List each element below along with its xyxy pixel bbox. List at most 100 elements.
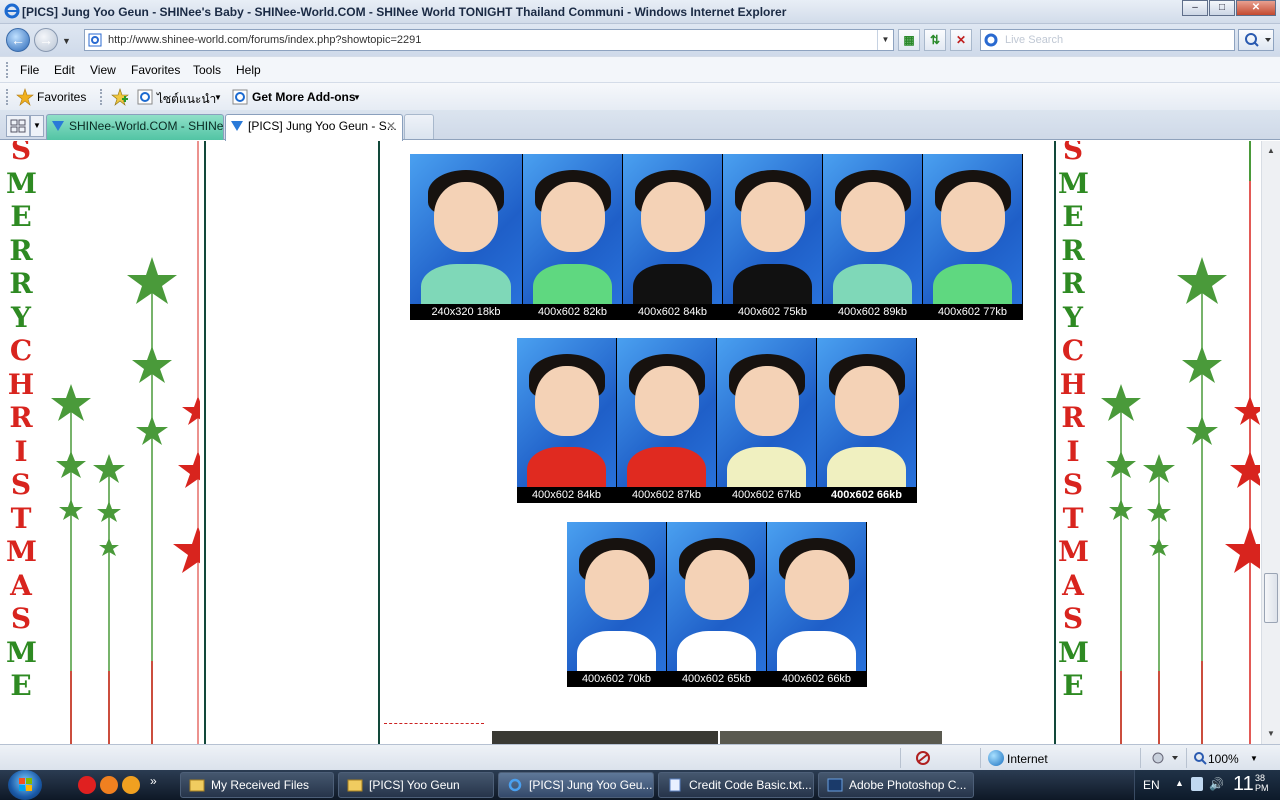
favorites-grip[interactable] — [6, 89, 9, 105]
network-icon[interactable] — [1191, 777, 1203, 791]
baby-photo-thumbnail[interactable]: 240x320 18kb — [410, 154, 523, 320]
baby-photo-thumbnail[interactable]: 400x602 82kb — [523, 154, 623, 320]
ie-logo-icon — [4, 3, 20, 19]
christmas-letter: S — [1062, 141, 1084, 166]
baby-photo-thumbnail[interactable]: 400x602 89kb — [823, 154, 923, 320]
christmas-letter: S — [1062, 602, 1084, 635]
start-button[interactable] — [8, 770, 42, 800]
compatibility-view-icon[interactable]: ▦ — [898, 29, 920, 51]
tab-list-dropdown[interactable]: ▼ — [30, 115, 44, 137]
post-image[interactable] — [492, 731, 718, 744]
taskbar-item-photoshop[interactable]: Adobe Photoshop C... — [818, 772, 974, 798]
baby-photo-thumbnail[interactable]: 400x602 77kb — [923, 154, 1023, 320]
addons-dropdown-icon[interactable]: ▼ — [353, 93, 361, 102]
thumbnail-caption: 400x602 67kb — [717, 487, 816, 503]
system-tray: EN ▲ 🔊 11 38 PM — [1134, 770, 1280, 800]
maximize-button[interactable]: □ — [1209, 0, 1235, 16]
baby-photo-thumbnail[interactable]: 400x602 75kb — [723, 154, 823, 320]
baby-photo-thumbnail[interactable]: 400x602 87kb — [617, 338, 717, 503]
windows-taskbar: » My Received Files [PICS] Yoo Geun [PIC… — [0, 770, 1280, 800]
vertical-scrollbar[interactable]: ▲ ▼ — [1261, 141, 1280, 744]
quick-tabs-button[interactable] — [6, 115, 30, 137]
menu-help[interactable]: Help — [236, 63, 261, 77]
christmas-letter: M — [1058, 635, 1089, 669]
post-image[interactable] — [720, 731, 942, 744]
quicklaunch-app-icon[interactable] — [78, 776, 96, 794]
baby-photo-thumbnail[interactable]: 400x602 67kb — [717, 338, 817, 503]
photo-face — [740, 182, 805, 252]
refresh-icon[interactable]: ⇅ — [924, 29, 946, 51]
notepad-icon — [669, 778, 681, 792]
baby-photo-thumbnail[interactable]: 400x602 66kb — [817, 338, 917, 503]
zoom-level[interactable]: 100% — [1208, 752, 1239, 766]
christmas-letter: A — [10, 568, 32, 602]
favorites-button[interactable]: Favorites — [37, 90, 86, 104]
thumbnail-caption: 400x602 82kb — [523, 304, 622, 320]
close-tab-icon[interactable]: ✕ — [386, 115, 396, 137]
taskbar-item-pics-yoo-geun[interactable]: [PICS] Yoo Geun — [338, 772, 494, 798]
tab-jung-yoo-geun[interactable]: [PICS] Jung Yoo Geun - S... ✕ — [225, 114, 403, 141]
suggested-sites-icon — [137, 89, 153, 105]
toolbar-grip[interactable] — [6, 62, 9, 78]
taskbar-item-my-received-files[interactable]: My Received Files — [180, 772, 334, 798]
baby-photo-thumbnail[interactable]: 400x602 70kb — [567, 522, 667, 687]
zoom-dropdown-icon[interactable]: ▼ — [1250, 754, 1258, 763]
taskbar-item-internet-explorer[interactable]: [PICS] Jung Yoo Geu... — [498, 772, 654, 798]
quick-tabs-icon — [10, 119, 26, 133]
suggested-sites-link[interactable]: ไซต์แนะนำ — [157, 90, 216, 109]
address-bar[interactable]: http://www.shinee-world.com/forums/index… — [84, 29, 894, 51]
quicklaunch-app-icon[interactable] — [122, 776, 140, 794]
addons-icon — [232, 89, 248, 105]
new-tab-button[interactable] — [404, 114, 434, 139]
language-indicator[interactable]: EN — [1143, 778, 1160, 792]
scroll-thumb[interactable] — [1264, 573, 1278, 623]
page-content: SMERRYCHRISTMASME S M E R R Y C H R I S … — [0, 141, 1261, 744]
scroll-down-icon[interactable]: ▼ — [1263, 726, 1279, 742]
popup-blocked-icon[interactable] — [914, 750, 932, 766]
add-favorite-icon[interactable] — [111, 88, 129, 106]
baby-photo-thumbnail[interactable]: 400x602 84kb — [623, 154, 723, 320]
quicklaunch-more-icon[interactable]: » — [150, 774, 157, 788]
recent-pages-dropdown[interactable]: ▼ — [62, 36, 71, 46]
protected-mode-icon[interactable] — [1150, 750, 1180, 766]
search-box[interactable]: Live Search — [980, 29, 1235, 51]
quicklaunch-firefox-icon[interactable] — [100, 776, 118, 794]
task-label: My Received Files — [211, 778, 310, 792]
close-window-button[interactable]: ✕ — [1236, 0, 1276, 16]
baby-photo-thumbnail[interactable]: 400x602 65kb — [667, 522, 767, 687]
christmas-letter: R — [1061, 401, 1085, 434]
status-separator — [980, 748, 981, 768]
minimize-button[interactable]: – — [1182, 0, 1208, 16]
favorites-bar: Favorites ไซต์แนะนำ ▼ Get More Add-ons ▼ — [0, 82, 1280, 110]
taskbar-item-notepad[interactable]: Credit Code Basic.txt... — [658, 772, 814, 798]
stop-icon[interactable]: ✕ — [950, 29, 972, 51]
left-christmas-banner: SMERRYCHRISTMASME — [0, 141, 206, 744]
suggested-dropdown-icon[interactable]: ▼ — [214, 93, 222, 102]
christmas-letter: S — [10, 602, 32, 635]
security-zone[interactable]: Internet — [1007, 752, 1048, 766]
scroll-up-icon[interactable]: ▲ — [1263, 143, 1279, 159]
christmas-stars-decoration — [1101, 141, 1260, 744]
menu-edit[interactable]: Edit — [54, 63, 75, 77]
baby-photo-thumbnail[interactable]: 400x602 66kb — [767, 522, 867, 687]
back-button[interactable]: ← — [6, 28, 30, 52]
menu-view[interactable]: View — [90, 63, 116, 77]
forward-button[interactable]: → — [34, 28, 58, 52]
christmas-letter: T — [10, 501, 32, 535]
menu-file[interactable]: File — [20, 63, 39, 77]
menu-tools[interactable]: Tools — [193, 63, 221, 77]
menu-favorites[interactable]: Favorites — [131, 63, 180, 77]
clock-minute-ampm[interactable]: 38 PM — [1255, 773, 1269, 793]
tab-shinee-world[interactable]: SHINee-World.COM - SHINe... — [46, 114, 224, 140]
clock-minute: 38 — [1255, 773, 1266, 783]
clock-hour[interactable]: 11 — [1233, 773, 1254, 796]
address-dropdown-icon[interactable]: ▼ — [877, 30, 893, 50]
volume-icon[interactable]: 🔊 — [1209, 777, 1224, 791]
tray-expand-icon[interactable]: ▲ — [1175, 778, 1184, 788]
christmas-letter: E — [10, 669, 32, 702]
url-text[interactable]: http://www.shinee-world.com/forums/index… — [108, 34, 421, 46]
baby-photo-thumbnail[interactable]: 400x602 84kb — [517, 338, 617, 503]
christmas-letter: H — [7, 367, 35, 401]
search-button[interactable] — [1238, 29, 1274, 51]
get-more-addons-link[interactable]: Get More Add-ons — [252, 90, 356, 104]
